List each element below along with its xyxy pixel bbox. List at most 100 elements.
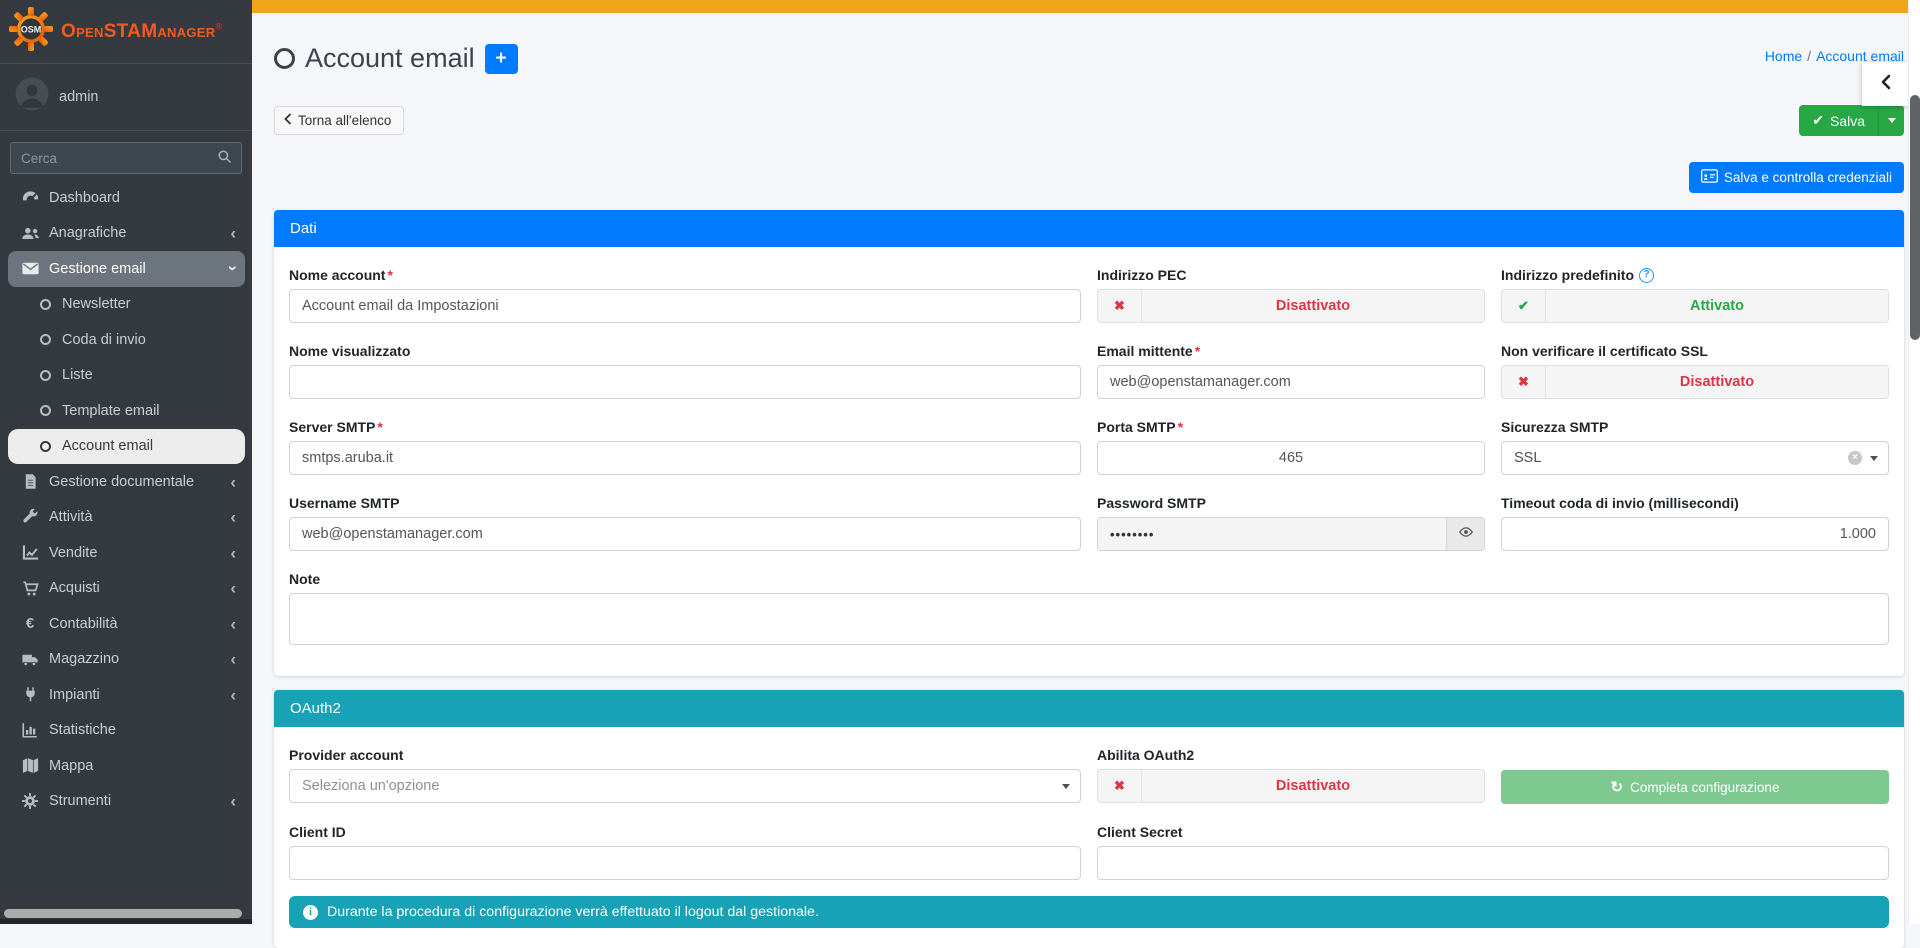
porta-smtp-input[interactable] (1097, 441, 1485, 475)
username-smtp-input[interactable] (289, 517, 1081, 551)
server-smtp-label: Server SMTP* (289, 419, 1081, 435)
sidebar-item-dashboard[interactable]: Dashboard (0, 180, 252, 216)
gear-icon (20, 791, 40, 811)
sidebar-item-newsletter[interactable]: Newsletter (0, 287, 252, 323)
save-and-check-credentials-button[interactable]: Salva e controlla credenziali (1689, 162, 1904, 193)
circle-icon (40, 441, 51, 452)
vertical-scrollbar[interactable] (1908, 0, 1920, 924)
sidebar-item-magazzino[interactable]: Magazzino ‹ (0, 642, 252, 678)
email-mittente-input[interactable] (1097, 365, 1485, 399)
avatar[interactable] (15, 77, 49, 116)
nome-visualizzato-input[interactable] (289, 365, 1081, 399)
search-input[interactable] (11, 151, 207, 166)
x-icon: ✖ (1098, 770, 1142, 802)
sidebar-item-liste[interactable]: Liste (0, 358, 252, 394)
brand[interactable]: OSM OpenSTAManager® (0, 0, 252, 64)
sidebar-horizontal-scrollbar[interactable] (4, 909, 242, 918)
sync-icon: ↻ (1611, 778, 1624, 796)
wrench-icon (20, 507, 40, 527)
svg-text:OSM: OSM (21, 25, 42, 35)
indirizzo-predefinito-label: Indirizzo predefinito? (1501, 267, 1889, 283)
users-icon (20, 223, 40, 243)
right-panel-toggle[interactable] (1862, 62, 1908, 106)
server-smtp-input[interactable] (289, 441, 1081, 475)
sidebar-item-acquisti[interactable]: Acquisti ‹ (0, 571, 252, 607)
user-panel: admin (0, 64, 252, 131)
check-icon: ✔ (1812, 112, 1824, 129)
sicurezza-smtp-label: Sicurezza SMTP (1501, 419, 1889, 435)
sidebar-item-statistiche[interactable]: Statistiche (0, 713, 252, 749)
chevron-left-icon: ‹ (230, 580, 236, 597)
client-secret-input[interactable] (1097, 846, 1889, 880)
sidebar-item-attivita[interactable]: Attività ‹ (0, 500, 252, 536)
chevron-left-icon: ‹ (230, 225, 236, 242)
check-icon: ✔ (1502, 290, 1546, 322)
save-button[interactable]: ✔ Salva (1799, 105, 1878, 136)
toggle-state: Disattivato (1142, 290, 1484, 322)
circle-icon (40, 334, 51, 345)
page-title-group: Account email + (274, 43, 518, 74)
username-smtp-label: Username SMTP (289, 495, 1081, 511)
nome-account-input[interactable] (289, 289, 1081, 323)
vertical-scrollbar-thumb[interactable] (1910, 95, 1920, 340)
breadcrumb-separator: / (1807, 48, 1811, 64)
cart-icon (20, 578, 40, 598)
sidebar-item-coda-di-invio[interactable]: Coda di invio (0, 322, 252, 358)
registered-mark: ® (215, 21, 222, 31)
sidebar-item-vendite[interactable]: Vendite ‹ (0, 535, 252, 571)
sidebar-item-template-email[interactable]: Template email (0, 393, 252, 429)
record-circle-icon (274, 48, 295, 69)
porta-smtp-label: Porta SMTP* (1097, 419, 1485, 435)
dati-panel-header: Dati (274, 210, 1904, 247)
tachometer-icon (20, 188, 40, 208)
sidebar-item-account-email[interactable]: Account email (8, 429, 245, 465)
help-icon[interactable]: ? (1639, 268, 1654, 283)
add-record-button[interactable]: + (485, 44, 518, 74)
caret-down-icon (1062, 784, 1070, 789)
chevron-left-icon: ‹ (230, 544, 236, 561)
sidebar-item-contabilita[interactable]: € Contabilità ‹ (0, 606, 252, 642)
toggle-state: Attivato (1546, 290, 1888, 322)
toggle-state: Disattivato (1142, 770, 1484, 802)
euro-icon: € (20, 614, 40, 634)
note-textarea[interactable] (289, 593, 1889, 645)
sidebar-item-gestione-email[interactable]: Gestione email ‹ (8, 251, 245, 287)
sidebar-item-mappa[interactable]: Mappa (0, 748, 252, 784)
completa-configurazione-button[interactable]: ↻ Completa configurazione (1501, 770, 1889, 804)
chart-line-icon (20, 543, 40, 563)
caret-down-icon (1870, 456, 1878, 461)
password-smtp-input[interactable] (1098, 518, 1446, 550)
client-id-input[interactable] (289, 846, 1081, 880)
user-name[interactable]: admin (59, 89, 99, 105)
breadcrumb-home-link[interactable]: Home (1765, 48, 1802, 64)
chevron-left-icon: ‹ (230, 473, 236, 490)
search-button[interactable] (207, 143, 241, 173)
toggle-state: Disattivato (1546, 366, 1888, 398)
abilita-oauth2-toggle[interactable]: ✖ Disattivato (1097, 769, 1485, 803)
sidebar-item-anagrafiche[interactable]: Anagrafiche ‹ (0, 216, 252, 252)
provider-account-select[interactable]: Seleziona un'opzione (289, 769, 1081, 803)
timeout-input[interactable] (1501, 517, 1889, 551)
dati-panel: Dati Nome account* Indirizzo PEC ✖ Disat… (274, 210, 1904, 676)
timeout-label: Timeout coda di invio (millisecondi) (1501, 495, 1889, 511)
sidebar-item-strumenti[interactable]: Strumenti ‹ (0, 784, 252, 820)
back-to-list-button[interactable]: Torna all'elenco (274, 106, 404, 135)
id-card-icon (1701, 169, 1718, 186)
show-password-button[interactable] (1446, 518, 1484, 550)
save-dropdown-toggle[interactable] (1878, 105, 1904, 136)
sidebar-item-impianti[interactable]: Impianti ‹ (0, 677, 252, 713)
indirizzo-predefinito-toggle[interactable]: ✔ Attivato (1501, 289, 1889, 323)
search-icon (217, 149, 232, 167)
password-smtp-label: Password SMTP (1097, 495, 1485, 511)
indirizzo-pec-toggle[interactable]: ✖ Disattivato (1097, 289, 1485, 323)
sidebar-item-gestione-documentale[interactable]: Gestione documentale ‹ (0, 464, 252, 500)
verifica-ssl-label: Non verificare il certificato SSL (1501, 343, 1889, 359)
chevron-left-icon: ‹ (230, 793, 236, 810)
save-split-button: ✔ Salva (1799, 105, 1904, 136)
eye-icon (1458, 524, 1474, 545)
nome-visualizzato-label: Nome visualizzato (289, 343, 1081, 359)
sicurezza-smtp-select[interactable]: SSL × (1501, 441, 1889, 475)
oauth2-panel: OAuth2 Provider account Seleziona un'opz… (274, 690, 1904, 948)
clear-selection-icon[interactable]: × (1848, 451, 1862, 465)
verifica-ssl-toggle[interactable]: ✖ Disattivato (1501, 365, 1889, 399)
